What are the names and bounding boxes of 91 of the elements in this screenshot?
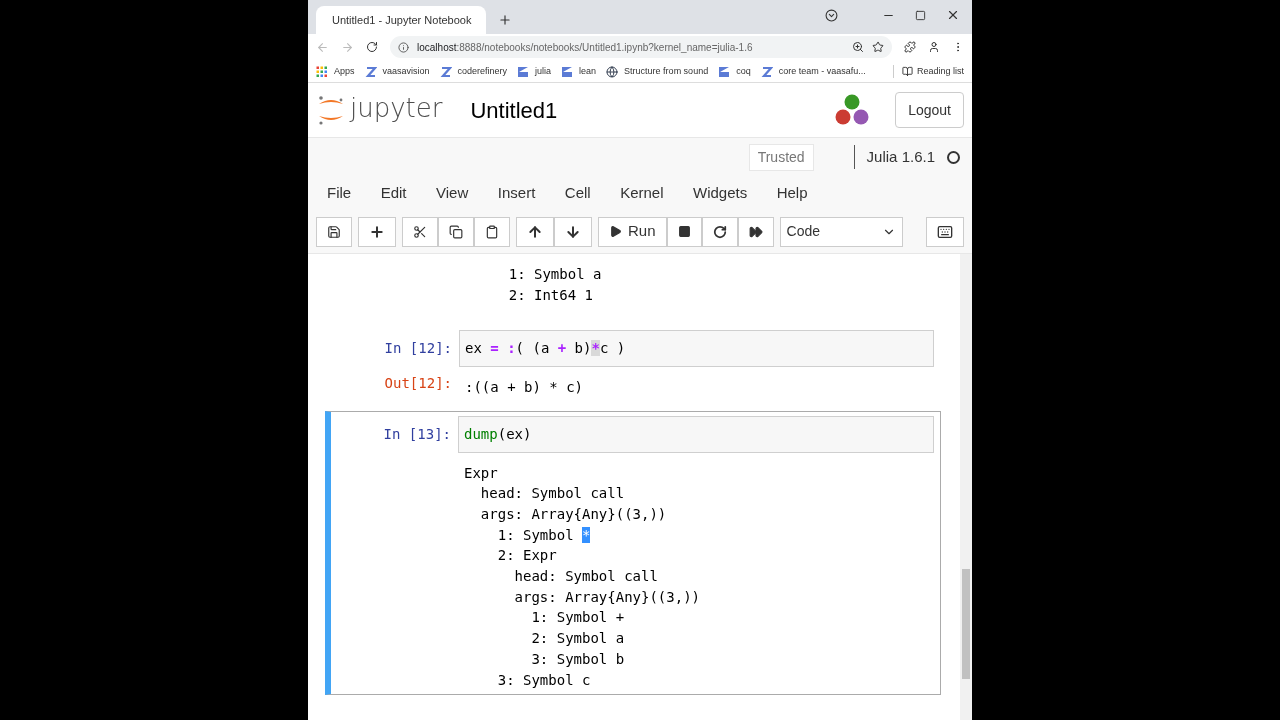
cut-icon xyxy=(413,224,427,239)
keyboard-shortcuts-button[interactable] xyxy=(926,216,964,247)
arrow-up-icon xyxy=(527,223,543,240)
menu-item[interactable]: Insert xyxy=(486,177,547,209)
menu-item[interactable]: Edit xyxy=(369,177,418,209)
bookmark-item[interactable]: core team - vaasafu... xyxy=(760,64,866,79)
cell-type-dropdown[interactable]: Code xyxy=(779,216,904,247)
menu-item[interactable]: File xyxy=(316,177,363,209)
output-prompt: Out[12]: xyxy=(383,374,453,394)
stop-button[interactable] xyxy=(666,216,702,247)
bookmark-icon xyxy=(561,65,574,78)
browser-tab[interactable]: Untitled1 - Jupyter Notebook xyxy=(316,6,486,34)
kernel-idle-icon xyxy=(947,150,960,164)
bookmark-icon xyxy=(760,65,773,78)
reading-list-button[interactable]: Reading list xyxy=(892,64,964,79)
menu-item[interactable]: Help xyxy=(765,177,819,209)
bookmark-item[interactable]: lean xyxy=(561,64,597,79)
arrow-down-icon xyxy=(565,223,581,240)
restart-icon xyxy=(712,224,727,239)
apps-grid-icon xyxy=(316,65,328,78)
bookmark-item[interactable]: julia xyxy=(517,64,552,79)
move-down-button[interactable] xyxy=(554,216,592,247)
output-line: 2: Expr xyxy=(496,546,558,566)
reading-list-icon xyxy=(901,66,913,77)
notebook-cell[interactable]: In [12]: ex = :( (a + b)*c ) Out[12]: :((a + b) * c) xyxy=(325,325,941,403)
keyboard-icon xyxy=(937,223,953,240)
bookmark-icon xyxy=(439,65,452,78)
input-prompt: In [13]: xyxy=(382,424,452,444)
kernel-name: Julia 1.6.1 xyxy=(866,146,935,167)
insert-cell-button[interactable] xyxy=(358,216,396,247)
paste-icon xyxy=(485,224,499,239)
close-icon[interactable] xyxy=(946,8,960,22)
menu-item[interactable]: Cell xyxy=(553,177,602,209)
output-line: 3: Symbol b xyxy=(530,649,626,669)
plus-icon xyxy=(369,223,385,240)
menu-item[interactable]: Kernel xyxy=(609,177,675,209)
menu-item[interactable]: View xyxy=(425,177,480,209)
bookmark-item[interactable]: coderefinery xyxy=(439,64,508,79)
bookmark-item[interactable]: Apps xyxy=(316,64,355,79)
move-up-button[interactable] xyxy=(516,216,554,247)
bookmark-item[interactable]: vaasavision xyxy=(364,64,430,79)
address-bar[interactable]: localhost:8888/notebooks/notebooks/Untitled1.ipynb?kernel_name=julia-1.6 xyxy=(390,36,892,58)
save-button[interactable] xyxy=(316,216,352,247)
output-line: 1: Symbol + xyxy=(530,608,626,628)
output-line: args: Array{Any}((3,)) xyxy=(513,587,701,607)
output-line: args: Array{Any}((3,)) xyxy=(479,504,668,524)
jupyter-logo-text: jupyter xyxy=(350,91,443,125)
fast-forward-icon xyxy=(748,224,763,239)
output-line: head: Symbol call xyxy=(479,484,626,504)
bookmark-item[interactable]: coq xyxy=(718,64,751,79)
output-line: 2: Int64 1 xyxy=(507,285,594,305)
bookmark-icon xyxy=(517,65,530,78)
input-prompt: In [12]: xyxy=(383,339,453,359)
new-tab-icon[interactable] xyxy=(498,13,512,27)
info-icon xyxy=(398,41,409,53)
output-line: Expr xyxy=(464,463,499,483)
bookmark-star-icon[interactable] xyxy=(872,41,884,53)
output-line: head: Symbol call xyxy=(513,567,659,587)
output-line: 3: Symbol c xyxy=(496,670,592,690)
output-line: 1: Symbol * xyxy=(496,525,592,545)
output-line: 1: Symbol a xyxy=(507,265,603,284)
extensions-icon[interactable] xyxy=(904,41,916,53)
code-input[interactable]: ex = :( (a + b)*c ) xyxy=(459,330,934,368)
play-icon xyxy=(609,225,622,238)
copy-button[interactable] xyxy=(438,216,474,247)
menu-item[interactable]: Widgets xyxy=(682,177,759,209)
bookmark-icon xyxy=(718,65,731,78)
output-line: :((a + b) * c) xyxy=(465,378,584,398)
save-icon xyxy=(327,224,341,239)
selected-cell[interactable]: In [13]: dump(ex) Expr head: Symbol call args: Array{Any}((3,)) 1: Symbol * 2: Expr head: Symbol call args: Array{Any}((3,)) 1: Symbol + 2: Symbol a 3: Symbol b 3: Symbol c xyxy=(325,410,941,696)
notebook-title[interactable]: Untitled1 xyxy=(470,93,558,127)
restart-button[interactable] xyxy=(701,216,738,247)
output-line: 2: Symbol a xyxy=(530,629,626,649)
reload-icon[interactable] xyxy=(366,41,378,53)
tab-search-icon[interactable] xyxy=(825,8,838,22)
logout-button[interactable]: Logout xyxy=(895,92,964,128)
paste-button[interactable] xyxy=(474,216,510,247)
code-input[interactable]: dump(ex) xyxy=(458,415,934,453)
url-text: localhost:8888/notebooks/notebooks/Untitled1.ipynb?kernel_name=julia-1.6 xyxy=(417,40,754,55)
stop-icon xyxy=(677,225,691,238)
copy-icon xyxy=(449,224,463,239)
run-button[interactable]: Run xyxy=(598,216,667,247)
maximize-icon[interactable] xyxy=(915,9,926,21)
bookmark-item[interactable]: Structure from sound xyxy=(606,64,709,79)
trusted-indicator[interactable]: Trusted xyxy=(748,143,814,171)
zoom-icon[interactable] xyxy=(852,41,864,53)
cut-button[interactable] xyxy=(402,216,438,247)
globe-icon xyxy=(606,65,619,78)
profile-icon[interactable] xyxy=(928,41,940,53)
run-all-button[interactable] xyxy=(737,216,774,247)
bookmark-icon xyxy=(364,65,377,78)
